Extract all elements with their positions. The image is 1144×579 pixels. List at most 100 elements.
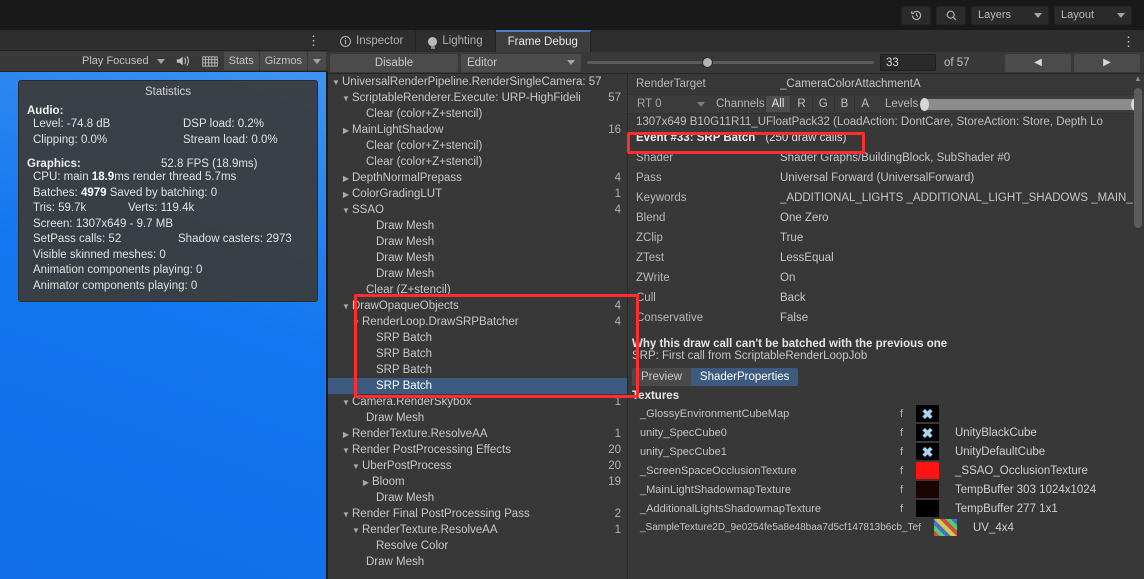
rt-index-dropdown[interactable]: RT 0 — [632, 96, 710, 112]
mute-audio-icon[interactable] — [171, 52, 196, 70]
tab-preview[interactable]: Preview — [632, 368, 691, 386]
frame-slider-knob[interactable] — [701, 57, 713, 68]
prev-event-button[interactable]: ◀ — [1005, 53, 1071, 72]
chevron-down-icon[interactable]: ▼ — [340, 398, 352, 407]
shader-property-value: One Zero — [780, 212, 829, 224]
chevron-down-icon[interactable]: ▼ — [350, 462, 362, 471]
tree-row[interactable]: Resolve Color — [328, 538, 627, 554]
history-icon[interactable] — [901, 5, 931, 25]
layers-dropdown[interactable]: Layers — [971, 5, 1049, 25]
tree-row[interactable]: ▼ Render PostProcessing Effects 20 — [328, 442, 627, 458]
chevron-right-icon[interactable]: ▶ — [360, 478, 372, 487]
scrollbar-thumb[interactable] — [1134, 88, 1142, 228]
channel-all-button[interactable]: All — [764, 96, 791, 112]
tree-row[interactable]: ▼ DrawOpaqueObjects 4 — [328, 298, 627, 314]
tree-row[interactable]: Clear (color+Z+stencil) — [328, 154, 627, 170]
tree-row[interactable]: ▶ DepthNormalPrepass 4 — [328, 170, 627, 186]
chevron-down-icon[interactable]: ▼ — [340, 446, 352, 455]
graphics-row: Graphics: 52.8 FPS (18.9ms) — [19, 156, 317, 170]
tree-row[interactable]: ▼ Camera.RenderSkybox 1 — [328, 394, 627, 410]
tree-row[interactable]: Clear (color+Z+stencil) — [328, 106, 627, 122]
tree-row[interactable]: ▼ UberPostProcess 20 — [328, 458, 627, 474]
tree-row[interactable]: Clear (color+Z+stencil) — [328, 138, 627, 154]
channel-g-button[interactable]: G — [811, 96, 834, 112]
channel-b-button[interactable]: B — [833, 96, 855, 112]
rt-index-label: RT 0 — [637, 98, 662, 110]
search-icon[interactable] — [936, 5, 966, 25]
tree-row[interactable]: Draw Mesh — [328, 250, 627, 266]
chevron-right-icon[interactable]: ▶ — [340, 126, 352, 135]
frame-debugger-panel: i Inspector Lighting Frame Debug ⋮ Disab… — [328, 30, 1144, 579]
tree-row-label: Draw Mesh — [376, 492, 435, 504]
layout-dropdown[interactable]: Layout — [1054, 5, 1132, 25]
texture-row: _ScreenSpaceOcclusionTexture f _SSAO_Occlu… — [628, 461, 1144, 480]
tree-row-label: Draw Mesh — [376, 236, 435, 248]
event-tree[interactable]: ▼ UniversalRenderPipeline.RenderSingleCam… — [328, 74, 628, 579]
tree-row[interactable]: ▼ UniversalRenderPipeline.RenderSingleCam… — [328, 74, 627, 90]
target-dropdown[interactable]: Editor — [461, 53, 581, 72]
tab-frame-debug[interactable]: Frame Debug — [495, 30, 591, 52]
tree-row[interactable]: SRP Batch — [328, 378, 627, 394]
aspect-ratio-icon[interactable] — [197, 52, 223, 70]
tree-row[interactable]: ▼ SSAO 4 — [328, 202, 627, 218]
tree-row[interactable]: ▶ ColorGradingLUT 1 — [328, 186, 627, 202]
tree-row[interactable]: Draw Mesh — [328, 490, 627, 506]
tree-row[interactable]: Draw Mesh — [328, 554, 627, 570]
chevron-down-icon[interactable]: ▼ — [340, 206, 352, 215]
tree-row[interactable]: Draw Mesh — [328, 410, 627, 426]
render-target-description: 1307x649 B10G11R11_UFloatPack32 (LoadAct… — [636, 116, 1103, 128]
gizmos-button[interactable]: Gizmos — [259, 52, 307, 70]
channel-a-button[interactable]: A — [854, 96, 875, 112]
tree-row[interactable]: Draw Mesh — [328, 218, 627, 234]
chevron-down-icon[interactable]: ▼ — [330, 78, 342, 87]
game-view-canvas[interactable]: Statistics Audio: Level: -74.8 dB DSP lo… — [0, 72, 328, 579]
texture-row: _GlossyEnvironmentCubeMap f ✖ — [628, 404, 1144, 423]
tree-row-label: RenderLoop.DrawSRPBatcher — [362, 316, 519, 328]
stats-toggle[interactable]: Stats — [223, 52, 259, 70]
frame-slider[interactable] — [587, 54, 874, 72]
tab-lighting[interactable]: Lighting — [416, 30, 496, 52]
next-event-button[interactable]: ▶ — [1074, 53, 1140, 72]
tree-row[interactable]: ▶ Bloom 19 — [328, 474, 627, 490]
tree-row[interactable]: ▶ MainLightShadow 16 — [328, 122, 627, 138]
chevron-right-icon[interactable]: ▶ — [340, 190, 352, 199]
tree-row[interactable]: ▼ RenderLoop.DrawSRPBatcher 4 — [328, 314, 627, 330]
tree-row[interactable]: ▼ RenderTexture.ResolveAA 1 — [328, 522, 627, 538]
chevron-down-icon[interactable]: ▼ — [340, 510, 352, 519]
scroll-up-icon[interactable]: ▲ — [1134, 74, 1142, 83]
texture-name: _ScreenSpaceOcclusionTexture — [640, 464, 797, 477]
tree-row[interactable]: SRP Batch — [328, 362, 627, 378]
tree-row[interactable]: Clear (Z+stencil) — [328, 282, 627, 298]
chevron-down-icon[interactable]: ▼ — [340, 94, 352, 103]
tab-inspector[interactable]: i Inspector — [328, 30, 417, 52]
tree-row[interactable]: ▼ ScriptableRenderer.Execute: URP-HighFid… — [328, 90, 627, 106]
tree-row[interactable]: SRP Batch — [328, 330, 627, 346]
texture-swatch-cube: ✖ — [916, 405, 939, 422]
tree-row[interactable]: ▼ Render Final PostProcessing Pass 2 — [328, 506, 627, 522]
texture-row: _MainLightShadowmapTexture f TempBuffer 30… — [628, 480, 1144, 499]
disable-button[interactable]: Disable — [330, 53, 458, 72]
details-scrollbar[interactable]: ▲ — [1132, 74, 1143, 579]
chevron-down-icon[interactable]: ▼ — [350, 526, 362, 535]
chevron-right-icon[interactable]: ▶ — [340, 174, 352, 183]
frame-index-input[interactable]: 33 — [880, 54, 936, 71]
texture-filter-flag: f — [900, 464, 904, 477]
tree-row[interactable]: Draw Mesh — [328, 266, 627, 282]
chevron-down-icon[interactable]: ▼ — [350, 318, 362, 327]
frame-debug-menu-icon[interactable]: ⋮ — [1113, 30, 1144, 52]
tree-row[interactable]: SRP Batch — [328, 346, 627, 362]
tab-shader-properties[interactable]: ShaderProperties — [690, 368, 799, 386]
play-mode-dropdown[interactable]: Play Focused — [77, 52, 170, 70]
panel-menu-icon[interactable]: ⋮ — [307, 34, 320, 47]
levels-range-slider[interactable] — [920, 97, 1140, 111]
tree-row[interactable]: ▶ RenderTexture.ResolveAA 1 — [328, 426, 627, 442]
channel-r-button[interactable]: R — [790, 96, 811, 112]
chevron-right-icon[interactable]: ▶ — [340, 430, 352, 439]
gizmos-dropdown[interactable] — [308, 52, 326, 70]
chevron-down-icon[interactable]: ▼ — [340, 302, 352, 311]
tree-row-count: 1 — [614, 396, 621, 408]
tree-row[interactable]: Draw Mesh — [328, 234, 627, 250]
